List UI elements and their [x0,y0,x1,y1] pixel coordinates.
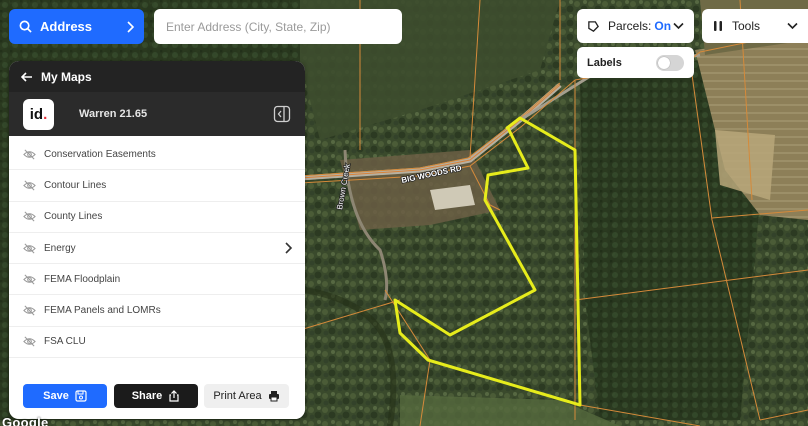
layer-list: Conservation Easements Contour Lines Cou… [9,139,305,359]
map-name: Warren 21.65 [79,108,148,120]
collapse-panel-icon[interactable] [273,105,291,123]
layer-item[interactable]: Contour Lines [9,170,305,202]
eye-off-icon[interactable] [23,304,36,317]
my-maps-label: My Maps [41,69,92,84]
search-icon [19,20,32,33]
save-icon [75,389,87,402]
layer-label: Conservation Easements [44,148,156,160]
labels-toggle-row: Labels [577,47,694,78]
save-button[interactable]: Save [23,383,107,408]
layer-item[interactable]: FEMA Floodplain [9,264,305,296]
google-attribution: Google [2,415,49,426]
save-label: Save [43,389,69,402]
tools-button[interactable]: Tools [702,9,808,43]
layer-item[interactable]: FEMA Panels and LOMRs [9,295,305,327]
share-label: Share [131,389,163,402]
back-to-my-maps[interactable]: My Maps [9,61,305,92]
layer-label: FEMA Floodplain [44,273,121,285]
parcels-dropdown[interactable]: Parcels: On [577,9,694,43]
address-mode-label: Address [40,19,93,34]
layer-label: Contour Lines [44,179,107,191]
layer-label: FEMA Panels and LOMRs [44,305,161,317]
layer-item[interactable]: Conservation Easements [9,139,305,171]
tools-icon [714,21,722,31]
eye-off-icon[interactable] [23,179,36,192]
eye-off-icon[interactable] [23,242,36,255]
parcels-state: On [654,19,672,33]
chevron-right-icon [127,20,134,33]
print-area-button[interactable]: Print Area [204,383,289,408]
printer-icon [268,390,279,401]
id-logo: id. [23,98,54,130]
layer-item[interactable]: Energy [9,233,305,265]
share-button[interactable]: Share [114,383,198,408]
layer-item[interactable]: FSA CLU [9,327,305,359]
chevron-right-icon[interactable] [283,242,293,254]
print-label: Print Area [213,389,262,402]
my-maps-panel: My Maps id. Warren 21.65 Conservation Ea… [9,61,305,419]
eye-off-icon[interactable] [23,273,36,286]
layer-label: County Lines [44,211,103,223]
layer-item[interactable]: County Lines [9,202,305,233]
parcel-shape-icon [588,20,599,32]
address-search-mode-button[interactable]: Address [9,9,144,44]
eye-off-icon[interactable] [23,148,36,161]
arrow-left-icon [21,71,32,82]
layer-label: Energy [44,242,76,254]
layer-label: FSA CLU [44,336,86,348]
parcels-label: Parcels: [608,19,652,33]
map-header: id. Warren 21.65 [9,92,305,136]
chevron-down-icon [787,22,798,30]
address-search-input[interactable] [154,9,402,44]
tools-label: Tools [732,19,761,33]
labels-label: Labels [587,56,622,69]
labels-toggle[interactable] [656,54,684,71]
chevron-down-icon [673,22,684,30]
panel-actions: Save Share Print Area [9,372,305,419]
share-icon [169,389,179,402]
eye-off-icon[interactable] [23,210,36,223]
eye-off-icon[interactable] [23,335,36,348]
